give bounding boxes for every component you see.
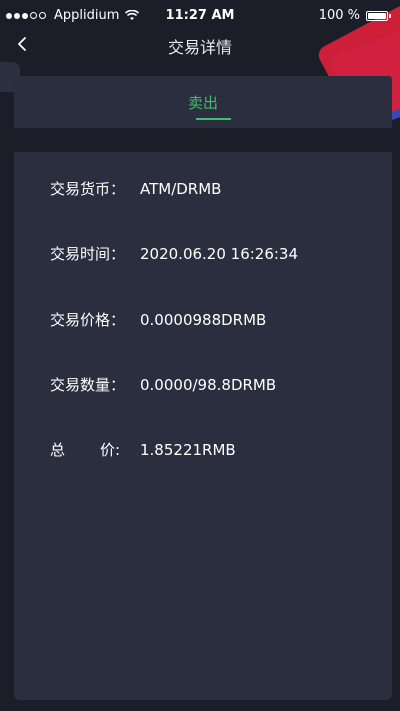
detail-row-total: 总 价: 1.85221RMB bbox=[50, 439, 236, 460]
battery-icon bbox=[366, 10, 391, 21]
status-bar: Applidium 11:27 AM 100 % bbox=[0, 0, 400, 32]
time-value: 2020.06.20 16:26:34 bbox=[140, 244, 299, 263]
currency-value: ATM/DRMB bbox=[140, 179, 222, 198]
status-right: 100 % bbox=[318, 8, 391, 23]
page-title: 交易详情 bbox=[167, 38, 232, 57]
battery-percentage: 100 % bbox=[318, 8, 360, 23]
total-label-second: 价: bbox=[99, 441, 120, 459]
quantity-value: 0.0000/98.8DRMB bbox=[140, 375, 277, 394]
total-label-first: 总 bbox=[50, 441, 66, 459]
price-label: 交易价格： bbox=[50, 311, 126, 329]
total-value: 1.85221RMB bbox=[140, 440, 236, 459]
time-label: 交易时间： bbox=[50, 245, 126, 263]
detail-row-quantity: 交易数量： 0.0000/98.8DRMB bbox=[50, 374, 276, 395]
section-divider bbox=[14, 128, 392, 152]
detail-row-time: 交易时间： 2020.06.20 16:26:34 bbox=[50, 243, 298, 264]
detail-row-price: 交易价格： 0.0000988DRMB bbox=[50, 309, 266, 330]
tab-panel: 卖出 bbox=[14, 76, 392, 128]
currency-label: 交易货币： bbox=[50, 180, 126, 198]
detail-card: 交易货币： ATM/DRMB 交易时间： 2020.06.20 16:26:34… bbox=[14, 152, 392, 700]
navigation-bar: 交易详情 bbox=[0, 32, 400, 62]
tab-sell[interactable]: 卖出 bbox=[14, 92, 392, 113]
price-value: 0.0000988DRMB bbox=[140, 310, 267, 329]
quantity-label: 交易数量： bbox=[50, 376, 126, 394]
tab-active-indicator bbox=[196, 118, 231, 120]
detail-row-currency: 交易货币： ATM/DRMB bbox=[50, 178, 221, 199]
total-label: 总 价: bbox=[50, 439, 120, 460]
battery-level bbox=[368, 12, 386, 19]
